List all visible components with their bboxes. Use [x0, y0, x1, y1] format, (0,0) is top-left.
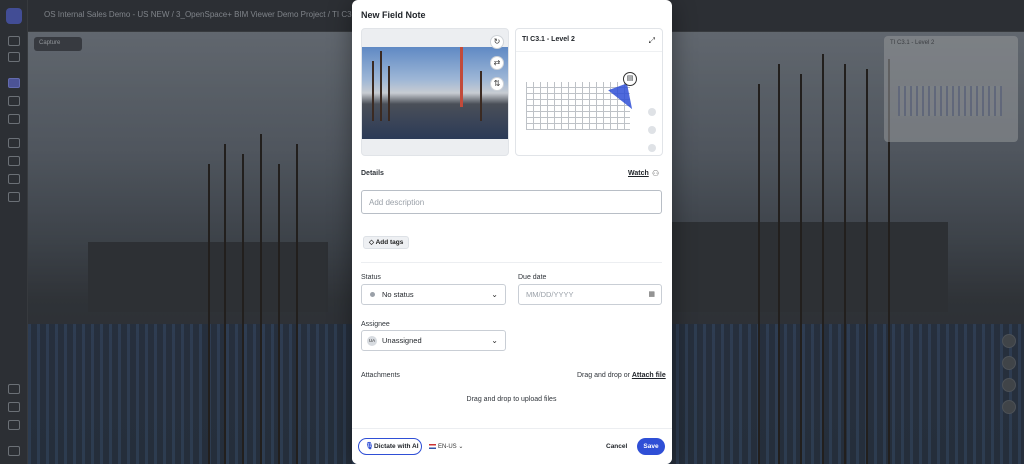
plan-zoom-out-icon[interactable]	[648, 126, 656, 134]
calendar-icon[interactable]: ▦	[648, 285, 655, 304]
flag-icon	[429, 443, 436, 449]
details-label: Details	[361, 170, 384, 177]
rebar	[380, 51, 382, 121]
capture-photo-card[interactable]: ↻ ⇄ ⇅	[361, 28, 509, 156]
status-value: No status	[382, 290, 414, 299]
language-select[interactable]: EN-US ⌄	[429, 443, 463, 450]
divider	[361, 262, 662, 263]
add-watcher-icon[interactable]: ⚇	[652, 169, 659, 178]
photo-tools: ↻ ⇄ ⇅	[490, 35, 504, 98]
chevron-down-icon: ⌄	[491, 336, 498, 345]
file-drop-zone[interactable]: Drag and drop to upload files	[372, 388, 651, 412]
due-date-input[interactable]: MM/DD/YYYY ▦	[518, 284, 662, 305]
add-tags-button[interactable]: ◇ Add tags	[363, 236, 410, 249]
assignee-value: Unassigned	[382, 336, 422, 345]
drag-prefix: Drag and drop or	[577, 372, 632, 379]
assignee-label: Assignee	[361, 321, 390, 328]
mic-icon: 🎙	[365, 443, 374, 450]
save-button[interactable]: Save	[637, 438, 665, 455]
rebar	[388, 66, 390, 121]
assignee-select[interactable]: UA Unassigned ⌄	[361, 330, 506, 351]
status-label: Status	[361, 274, 381, 281]
due-date-label: Due date	[518, 274, 547, 281]
plan-zoom-in-icon[interactable]	[648, 108, 656, 116]
dictate-label: Dictate with AI	[374, 443, 419, 450]
avatar: UA	[367, 336, 377, 346]
rebar	[480, 71, 482, 121]
language-value: EN-US	[438, 444, 457, 450]
description-input[interactable]	[361, 190, 662, 214]
crane	[460, 47, 463, 107]
expand-icon[interactable]: ⤢	[649, 36, 655, 46]
dialog-footer: 🎙 Dictate with AI EN-US ⌄ Cancel Save	[352, 428, 672, 464]
chevron-down-icon: ⌄	[491, 290, 498, 299]
attachments-label: Attachments	[361, 372, 400, 379]
add-tags-label: Add tags	[375, 239, 404, 246]
new-field-note-dialog: New Field Note ↻ ⇄ ⇅ TI C3.1 - Level 2 ⤢…	[352, 0, 672, 464]
chevron-down-icon: ⌄	[456, 444, 464, 450]
due-date-placeholder: MM/DD/YYYY	[526, 290, 574, 299]
capture-photo	[362, 47, 508, 139]
status-dot-icon	[370, 292, 375, 297]
tag-icon: ◇	[369, 239, 376, 246]
status-select[interactable]: No status ⌄	[361, 284, 506, 305]
attach-file-link[interactable]: Attach file	[632, 372, 666, 379]
note-pin-icon[interactable]: ▤	[623, 72, 637, 86]
plan-title: TI C3.1 - Level 2	[522, 36, 575, 43]
swap-icon[interactable]: ⇄	[490, 56, 504, 70]
rotate-icon[interactable]: ↻	[490, 35, 504, 49]
attach-instructions: Drag and drop or Attach file	[577, 372, 666, 379]
compare-icon[interactable]: ⇅	[490, 77, 504, 91]
plan-layers-icon[interactable]	[648, 144, 656, 152]
floor-plan-card[interactable]: TI C3.1 - Level 2 ⤢ ▤	[515, 28, 663, 156]
cancel-button[interactable]: Cancel	[606, 443, 627, 450]
watch-link[interactable]: Watch	[628, 170, 649, 177]
dictate-with-ai-button[interactable]: 🎙 Dictate with AI	[358, 438, 422, 455]
rebar	[372, 61, 374, 121]
plan-area[interactable]: ▤	[516, 51, 662, 155]
dialog-title: New Field Note	[361, 10, 426, 20]
